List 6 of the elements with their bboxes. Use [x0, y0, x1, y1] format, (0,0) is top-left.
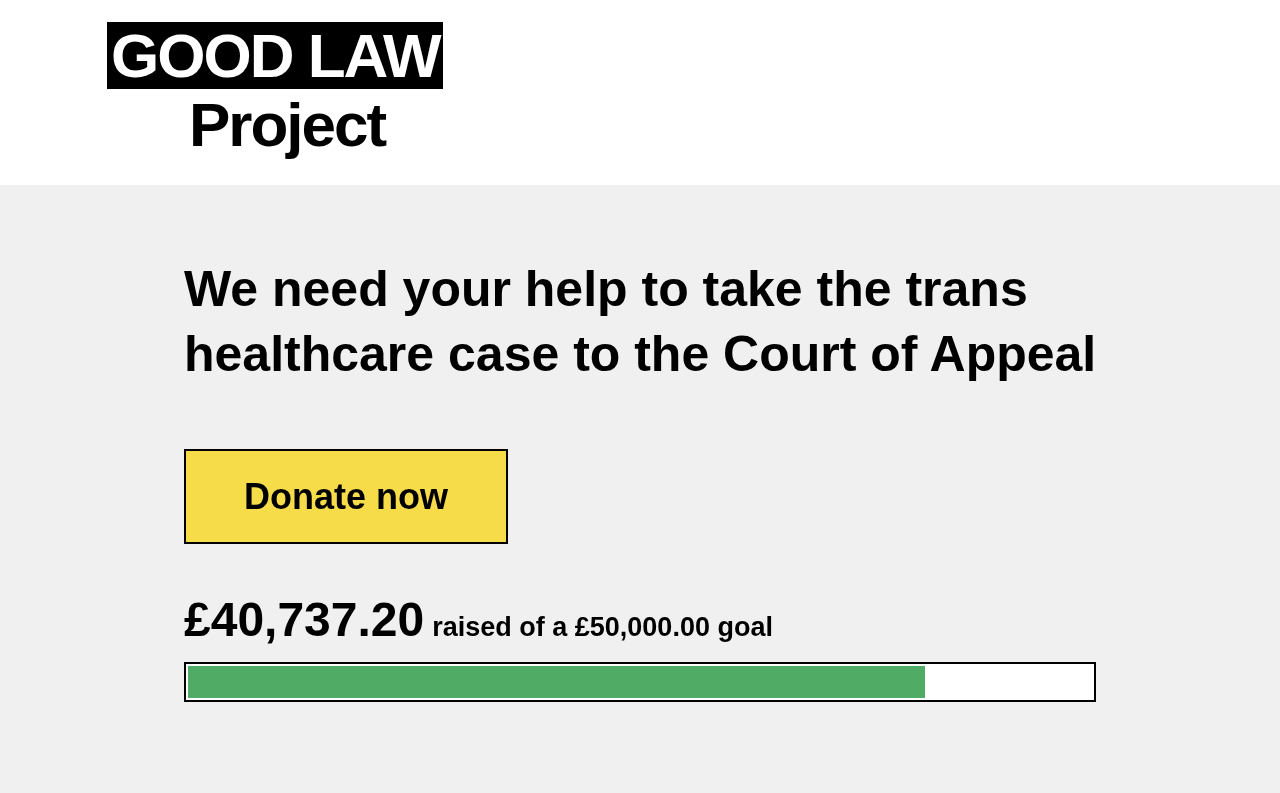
logo-subtitle[interactable]: Project — [189, 89, 386, 161]
page-heading: We need your help to take the trans healthcare case to the Court of Appeal — [184, 260, 1098, 384]
goal-text: raised of a £50,000.00 goal — [432, 611, 773, 644]
donate-button[interactable]: Donate now — [184, 449, 508, 544]
amount-raised: £40,737.20 — [184, 592, 425, 648]
logo-wordmark[interactable]: GOOD LAW — [107, 22, 444, 89]
